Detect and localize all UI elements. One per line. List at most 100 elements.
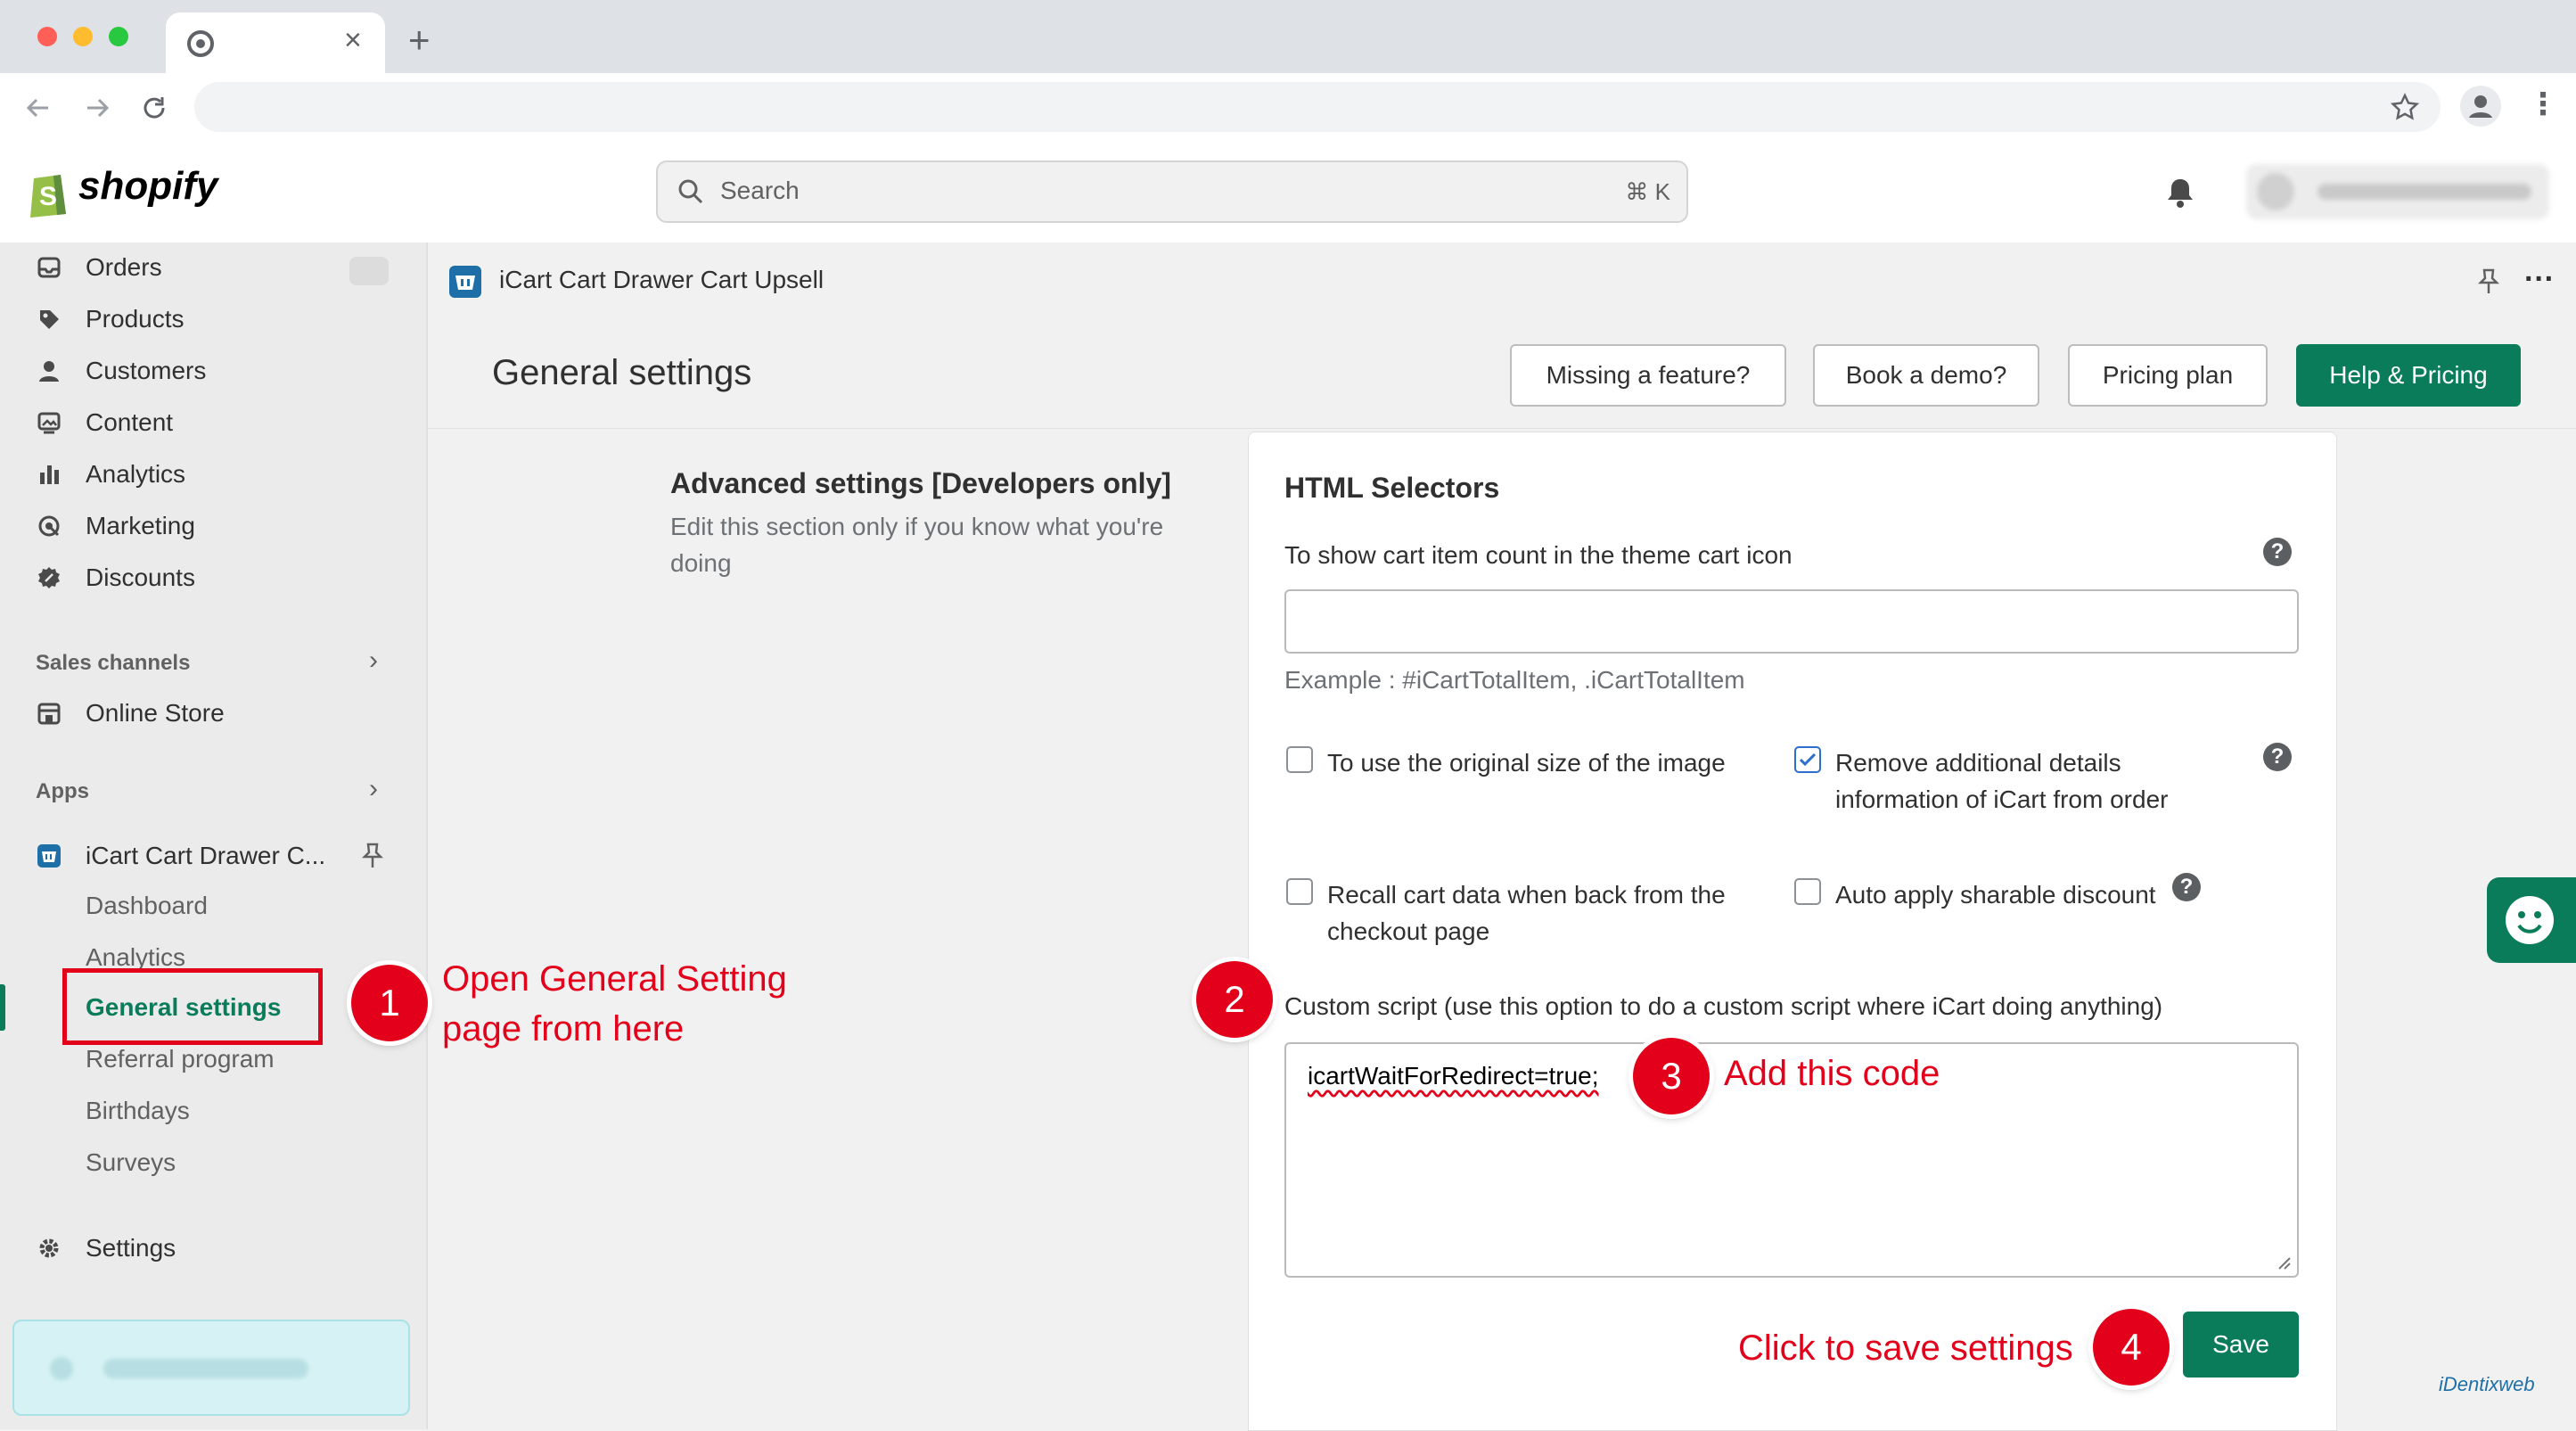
search-input[interactable]: Search ⌘ K — [656, 160, 1688, 223]
search-icon — [678, 179, 703, 204]
sidebar-item-label: Customers — [86, 357, 207, 384]
store-icon — [36, 700, 62, 727]
cart-count-selector-input[interactable] — [1284, 589, 2299, 654]
sidebar-item-marketing[interactable]: Marketing — [36, 501, 195, 551]
recall-cart-checkbox[interactable] — [1286, 878, 1313, 905]
sales-channels-heading[interactable]: Sales channels — [36, 651, 190, 676]
browser-menu-icon[interactable]: ⋮ — [2528, 89, 2558, 119]
active-indicator — [0, 984, 5, 1031]
pin-icon[interactable] — [2476, 267, 2501, 296]
sidebar-item-label: Settings — [86, 1234, 176, 1262]
page-title: General settings — [492, 353, 752, 392]
help-pricing-button[interactable]: Help & Pricing — [2296, 344, 2521, 407]
sidebar-item-label: Orders — [86, 253, 162, 281]
annotation-step1-line1: Open General Setting — [442, 959, 787, 999]
back-arrow-icon[interactable] — [23, 93, 53, 123]
custom-script-value: icartWaitForRedirect=true; — [1308, 1062, 1599, 1090]
sidebar-subitem-dashboard[interactable]: Dashboard — [86, 881, 208, 931]
sidebar-item-content[interactable]: Content — [36, 398, 173, 448]
sidebar: Orders Products Customers Content Analyt… — [0, 243, 428, 1429]
book-demo-button[interactable]: Book a demo? — [1813, 344, 2039, 407]
bar-chart-icon — [36, 461, 62, 488]
shopify-topbar: S shopify Search ⌘ K — [0, 143, 2576, 243]
tab-close-icon[interactable]: × — [344, 25, 362, 55]
store-account-menu[interactable] — [2246, 164, 2549, 219]
shopify-bag-icon: S — [27, 164, 71, 218]
notification-bell-icon[interactable] — [2166, 177, 2195, 209]
chrome-favicon-icon — [187, 30, 214, 57]
pricing-plan-button[interactable]: Pricing plan — [2068, 344, 2268, 407]
bookmark-star-icon[interactable] — [2391, 93, 2419, 121]
sidebar-item-settings[interactable]: Settings — [36, 1223, 176, 1273]
forward-arrow-icon[interactable] — [82, 93, 112, 123]
sidebar-item-customers[interactable]: Customers — [36, 346, 206, 396]
store-avatar — [2257, 173, 2294, 210]
save-button[interactable]: Save — [2183, 1312, 2299, 1378]
svg-text:S: S — [39, 182, 57, 211]
sidebar-item-online-store[interactable]: Online Store — [36, 688, 225, 738]
sidebar-item-icart-app[interactable]: iCart Cart Drawer C... — [36, 831, 325, 881]
pin-icon[interactable] — [360, 842, 385, 870]
subitem-label: Surveys — [86, 1148, 176, 1176]
search-placeholder: Search — [720, 177, 800, 204]
chevron-right-icon[interactable]: › — [369, 646, 378, 676]
profile-avatar-icon[interactable] — [2460, 86, 2501, 127]
chevron-right-icon[interactable]: › — [369, 774, 378, 804]
sidebar-item-products[interactable]: Products — [36, 294, 185, 344]
help-icon[interactable]: ? — [2172, 873, 2201, 901]
new-tab-icon[interactable]: + — [408, 21, 431, 59]
icart-app-icon — [449, 266, 481, 298]
advanced-settings-heading: Advanced settings [Developers only] — [670, 467, 1171, 499]
sidebar-item-label: iCart Cart Drawer C... — [86, 842, 326, 869]
reload-icon[interactable] — [139, 93, 169, 123]
chat-widget-button[interactable] — [2487, 877, 2576, 963]
browser-tab[interactable]: × — [166, 12, 385, 73]
missing-feature-button[interactable]: Missing a feature? — [1510, 344, 1786, 407]
annotation-step-badge-2: 2 — [1196, 961, 1273, 1038]
resize-handle-icon[interactable] — [2276, 1254, 2292, 1271]
annotation-highlight-box — [62, 968, 323, 1045]
tag-icon — [36, 306, 62, 333]
sidebar-item-orders[interactable]: Orders — [36, 243, 162, 292]
subitem-label: Dashboard — [86, 892, 208, 919]
target-icon — [36, 513, 62, 539]
minimize-window-dot[interactable] — [73, 27, 93, 46]
remove-details-checkbox[interactable] — [1794, 746, 1821, 773]
subitem-label: Birthdays — [86, 1097, 190, 1124]
banner-icon — [50, 1357, 73, 1380]
original-size-label: To use the original size of the image — [1327, 749, 1726, 777]
remove-details-label: Remove additional details information of… — [1835, 749, 2169, 813]
address-bar[interactable] — [194, 82, 2441, 132]
icart-app-icon — [36, 843, 62, 869]
custom-script-label: Custom script (use this option to do a c… — [1284, 992, 2163, 1020]
annotation-step1-line2: page from here — [442, 1009, 685, 1049]
store-name-blurred — [2318, 184, 2531, 200]
auto-discount-checkbox[interactable] — [1794, 878, 1821, 905]
sidebar-item-label: Products — [86, 305, 185, 333]
close-window-dot[interactable] — [37, 27, 57, 46]
orders-count-badge — [349, 257, 389, 285]
annotation-step-badge-3: 3 — [1633, 1038, 1710, 1114]
sidebar-subitem-surveys[interactable]: Surveys — [86, 1138, 176, 1188]
shopify-logo-text: shopify — [78, 164, 218, 208]
blurred-promo-banner[interactable] — [12, 1320, 410, 1416]
browser-toolbar: ⋮ — [0, 73, 2576, 144]
sidebar-item-label: Online Store — [86, 699, 225, 727]
advanced-settings-description: Edit this section only if you know what … — [670, 513, 1164, 577]
sidebar-item-label: Content — [86, 408, 174, 436]
sidebar-item-label: Analytics — [86, 460, 186, 488]
sidebar-subitem-birthdays[interactable]: Birthdays — [86, 1086, 190, 1136]
app-title: iCart Cart Drawer Cart Upsell — [499, 266, 824, 293]
search-shortcut: ⌘ K — [1625, 178, 1670, 205]
sidebar-item-discounts[interactable]: Discounts — [36, 553, 195, 603]
help-icon[interactable]: ? — [2263, 743, 2292, 771]
original-size-checkbox[interactable] — [1286, 746, 1313, 773]
sidebar-item-analytics[interactable]: Analytics — [36, 449, 185, 499]
browser-tab-bar: × + — [0, 0, 2576, 73]
html-selectors-card: HTML Selectors To show cart item count i… — [1248, 432, 2337, 1431]
maximize-window-dot[interactable] — [109, 27, 128, 46]
help-icon[interactable]: ? — [2263, 538, 2292, 566]
apps-heading[interactable]: Apps — [36, 779, 89, 804]
more-actions-icon[interactable]: ··· — [2524, 262, 2555, 297]
annotation-step-badge-1: 1 — [351, 965, 428, 1041]
